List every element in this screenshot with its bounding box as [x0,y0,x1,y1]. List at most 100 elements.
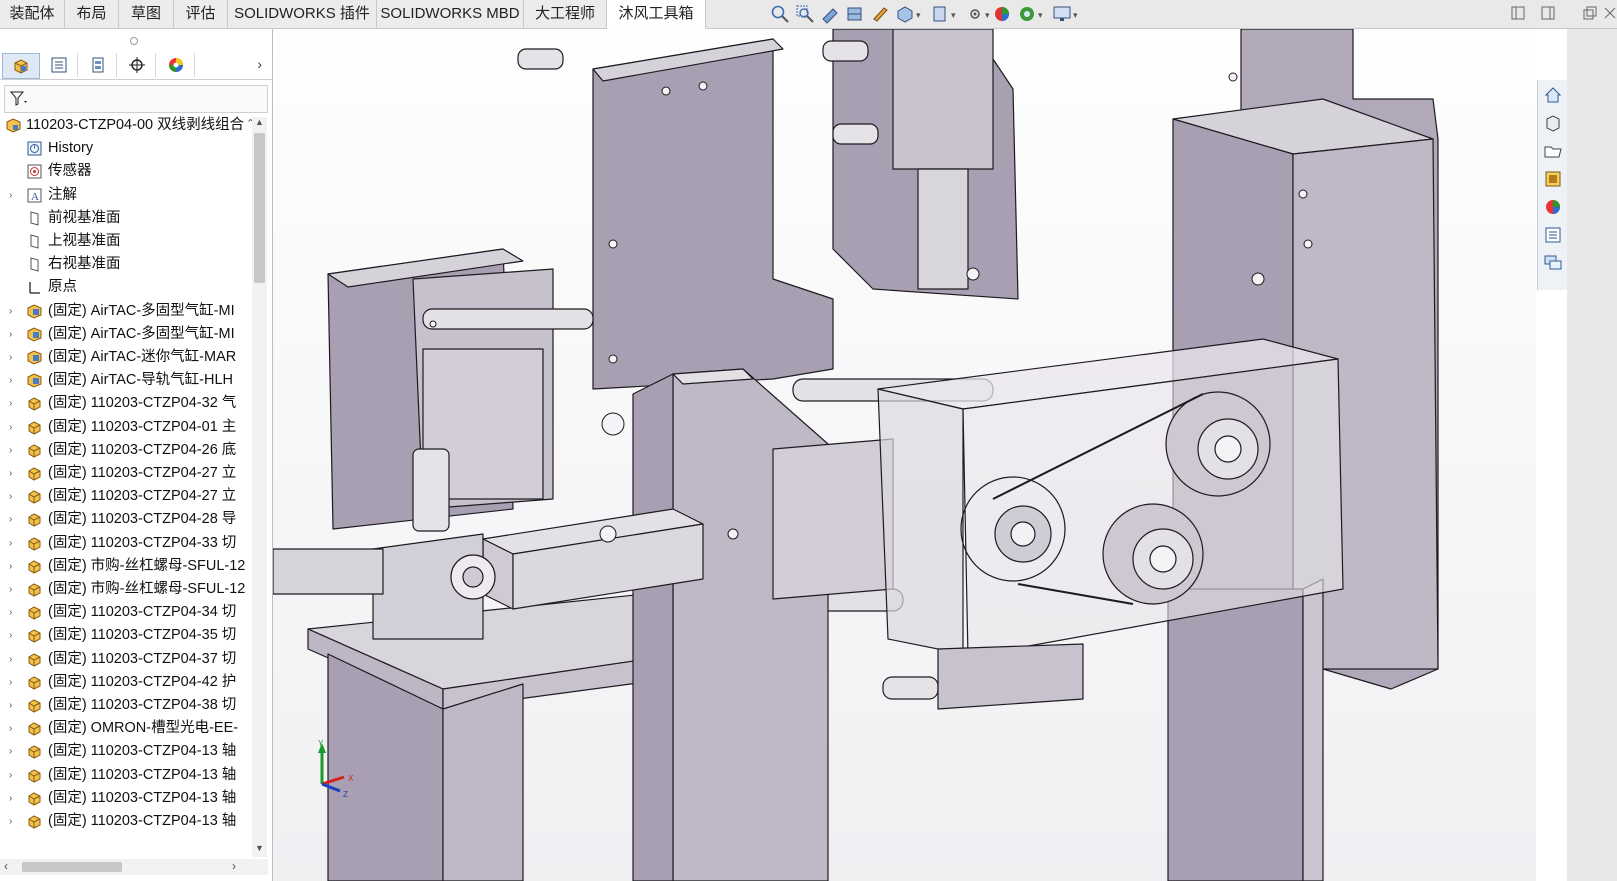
tree-root[interactable]: 110203-CTZP04-00 双线剥线组合 [0,114,252,137]
expand-arrow-icon[interactable]: › [9,369,12,392]
expand-arrow-icon[interactable]: › [9,578,12,601]
tree-item[interactable]: 右视基准面 [0,253,252,276]
tree-item[interactable]: › (固定) 110203-CTZP04-13 轴 [0,740,252,763]
zoom-to-fit-icon[interactable] [770,4,790,24]
scroll-down-arrow-icon[interactable]: ▼ [254,843,265,855]
tree-item[interactable]: › A 注解 [0,184,252,207]
tree-item[interactable]: 原点 [0,276,252,299]
tree-horizontal-scrollbar[interactable]: ‹ › [0,859,268,875]
tree-item[interactable]: › (固定) 110203-CTZP04-27 立 [0,485,252,508]
displaymanager-tab[interactable] [158,53,195,77]
dimxpertmanager-tab[interactable] [119,53,156,77]
tree-item[interactable]: › (固定) 110203-CTZP04-35 切 [0,624,252,647]
view-settings-dropdown[interactable]: ▾ [1038,10,1043,21]
scroll-up-arrow-icon[interactable]: ▲ [254,117,265,129]
monitor-dropdown[interactable]: ▾ [1073,10,1078,21]
tree-item[interactable]: › (固定) 110203-CTZP04-01 主 [0,416,252,439]
chevron-right-icon[interactable]: › [257,56,262,72]
tree-item[interactable]: › (固定) AirTAC-多固型气缸-MI [0,300,252,323]
tab-sketch[interactable]: 草图 [119,0,174,28]
tree-filter[interactable] [4,85,268,113]
task-custom-properties-tab[interactable] [1541,223,1565,247]
horizontal-scroll-thumb[interactable] [22,862,122,872]
assembly-model[interactable] [273,29,1536,881]
tree-item[interactable]: › (固定) 110203-CTZP04-27 立 [0,462,252,485]
pane-left-icon[interactable] [1511,6,1525,20]
close-window-icon[interactable] [1603,6,1617,20]
task-design-library-tab[interactable] [1541,111,1565,135]
featuremanager-tab[interactable] [2,53,40,79]
expand-arrow-icon[interactable]: › [9,508,12,531]
apply-scene-icon[interactable] [992,4,1012,24]
tree-item[interactable]: › (固定) 110203-CTZP04-38 切 [0,694,252,717]
tree-item[interactable]: › (固定) 110203-CTZP04-32 气 [0,392,252,415]
expand-arrow-icon[interactable]: › [9,787,12,810]
tree-item[interactable]: 传感器 [0,160,252,183]
monitor-icon[interactable] [1052,4,1072,24]
task-view-palette-tab[interactable] [1541,167,1565,191]
task-appearances-tab[interactable] [1541,195,1565,219]
tab-layout[interactable]: 布局 [65,0,119,28]
propertymanager-tab[interactable] [41,53,78,77]
expand-arrow-icon[interactable]: › [9,740,12,763]
expand-arrow-icon[interactable]: › [9,555,12,578]
scroll-right-arrow-icon[interactable]: › [232,859,236,873]
tree-item[interactable]: › (固定) 市购-丝杠螺母-SFUL-12 [0,555,252,578]
expand-arrow-icon[interactable]: › [9,671,12,694]
tab-mufeng-toolbox[interactable]: 沐风工具箱 [607,0,706,29]
tree-item[interactable]: › (固定) AirTAC-导轨气缸-HLH [0,369,252,392]
expand-arrow-icon[interactable]: › [9,346,12,369]
tree-item[interactable]: › (固定) 110203-CTZP04-34 切 [0,601,252,624]
task-home-tab[interactable] [1541,83,1565,107]
tab-evaluate[interactable]: 评估 [174,0,228,28]
expand-arrow-icon[interactable]: › [9,184,12,207]
expand-arrow-icon[interactable]: › [9,485,12,508]
restore-window-icon[interactable] [1583,6,1597,20]
tree-item[interactable]: › (固定) 110203-CTZP04-28 导 [0,508,252,531]
configurationmanager-tab[interactable] [80,53,117,77]
tree-item[interactable]: › (固定) AirTAC-迷你气缸-MAR [0,346,252,369]
tree-item[interactable]: › (固定) 110203-CTZP04-33 切 [0,532,252,555]
tree-item[interactable]: › (固定) 110203-CTZP04-26 底 [0,439,252,462]
task-file-explorer-tab[interactable] [1541,139,1565,163]
tree-item[interactable]: › (固定) AirTAC-多固型气缸-MI [0,323,252,346]
expand-arrow-icon[interactable]: › [9,300,12,323]
view-orientation-icon[interactable] [870,4,890,24]
tree-item[interactable]: › (固定) 110203-CTZP04-13 轴 [0,787,252,810]
previous-view-icon[interactable] [820,4,840,24]
expand-arrow-icon[interactable]: › [9,416,12,439]
tree-item[interactable]: 上视基准面 [0,230,252,253]
expand-arrow-icon[interactable]: › [9,462,12,485]
hide-show-icon[interactable] [930,4,950,24]
tree-item[interactable]: › (固定) 110203-CTZP04-13 轴 [0,810,252,833]
tree-vertical-scrollbar[interactable]: ▲ ▼ [252,117,267,857]
expand-arrow-icon[interactable]: › [9,532,12,555]
scroll-left-arrow-icon[interactable]: ‹ [4,859,8,873]
tree-item[interactable]: › (固定) 110203-CTZP04-42 护 [0,671,252,694]
hide-show-dropdown[interactable]: ▾ [951,10,956,21]
display-style-icon[interactable] [895,4,915,24]
tree-item[interactable]: › (固定) 110203-CTZP04-37 切 [0,648,252,671]
scroll-thumb[interactable] [254,133,265,283]
pane-right-icon[interactable] [1541,6,1555,20]
expand-arrow-icon[interactable]: › [9,439,12,462]
tab-assembly[interactable]: 装配体 [0,0,65,28]
tree-item[interactable]: › (固定) 110203-CTZP04-13 轴 [0,764,252,787]
expand-arrow-icon[interactable]: › [9,764,12,787]
graphics-area[interactable]: Y X Z [273,29,1536,881]
expand-arrow-icon[interactable]: › [9,601,12,624]
expand-arrow-icon[interactable]: › [9,323,12,346]
tree-item[interactable]: › (固定) 市购-丝杠螺母-SFUL-12 [0,578,252,601]
task-forum-tab[interactable] [1541,251,1565,275]
panel-splitter-handle[interactable] [130,37,138,45]
display-style-dropdown[interactable]: ▾ [916,10,921,21]
tab-da-gongchengshi[interactable]: 大工程师 [524,0,607,28]
expand-arrow-icon[interactable]: › [9,648,12,671]
view-settings-icon[interactable] [1017,4,1037,24]
expand-arrow-icon[interactable]: › [9,810,12,833]
appearance-dropdown[interactable]: ▾ [985,10,990,21]
expand-arrow-icon[interactable]: › [9,717,12,740]
tree-item[interactable]: 前视基准面 [0,207,252,230]
zoom-area-icon[interactable] [795,4,815,24]
expand-arrow-icon[interactable]: › [9,392,12,415]
